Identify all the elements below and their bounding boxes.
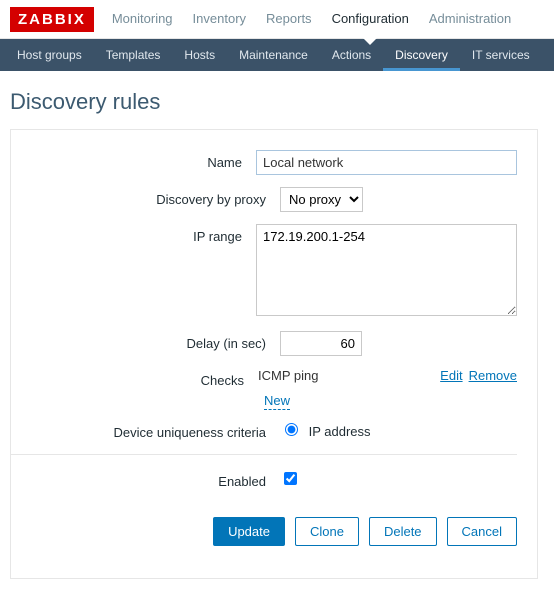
subnav-itservices[interactable]: IT services: [460, 39, 542, 71]
delay-input[interactable]: [280, 331, 362, 356]
unique-radio-wrapper[interactable]: IP address: [280, 424, 371, 439]
name-input[interactable]: [256, 150, 517, 175]
check-row: ICMP ping Edit Remove: [258, 368, 517, 383]
check-name: ICMP ping: [258, 368, 434, 383]
nav-configuration[interactable]: Configuration: [322, 0, 419, 38]
subnav-maintenance[interactable]: Maintenance: [227, 39, 320, 71]
page-body: Discovery rules Name Discovery by proxy …: [0, 71, 554, 599]
label-unique: Device uniqueness criteria: [11, 420, 280, 440]
nav-reports[interactable]: Reports: [256, 0, 322, 38]
clone-button[interactable]: Clone: [295, 517, 359, 546]
check-remove-link[interactable]: Remove: [469, 368, 517, 383]
top-nav: ZABBIX Monitoring Inventory Reports Conf…: [0, 0, 554, 39]
update-button[interactable]: Update: [213, 517, 285, 546]
nav-monitoring[interactable]: Monitoring: [102, 0, 183, 38]
sub-nav: Host groups Templates Hosts Maintenance …: [0, 39, 554, 71]
nav-administration[interactable]: Administration: [419, 0, 521, 38]
logo: ZABBIX: [10, 7, 94, 32]
checks-box: ICMP ping Edit Remove New: [258, 368, 517, 408]
unique-radio-ip[interactable]: [285, 423, 298, 436]
page-title: Discovery rules: [10, 89, 538, 115]
check-new-link[interactable]: New: [264, 393, 290, 410]
label-delay: Delay (in sec): [11, 331, 280, 356]
label-iprange: IP range: [11, 224, 256, 319]
separator: [11, 454, 517, 455]
cancel-button[interactable]: Cancel: [447, 517, 517, 546]
subnav-hostgroups[interactable]: Host groups: [5, 39, 94, 71]
nav-inventory[interactable]: Inventory: [183, 0, 256, 38]
check-edit-link[interactable]: Edit: [440, 368, 462, 383]
subnav-hosts[interactable]: Hosts: [172, 39, 227, 71]
label-proxy: Discovery by proxy: [11, 187, 280, 212]
discovery-form: Name Discovery by proxy No proxy IP rang…: [10, 129, 538, 579]
label-enabled: Enabled: [11, 469, 280, 489]
iprange-textarea[interactable]: 172.19.200.1-254: [256, 224, 517, 316]
label-checks: Checks: [11, 368, 258, 408]
unique-radio-label: IP address: [309, 424, 371, 439]
subnav-discovery[interactable]: Discovery: [383, 39, 460, 71]
enabled-checkbox[interactable]: [284, 472, 297, 485]
label-name: Name: [11, 150, 256, 175]
subnav-templates[interactable]: Templates: [94, 39, 173, 71]
button-row: Update Clone Delete Cancel: [213, 517, 517, 546]
proxy-select[interactable]: No proxy: [280, 187, 363, 212]
delete-button[interactable]: Delete: [369, 517, 437, 546]
